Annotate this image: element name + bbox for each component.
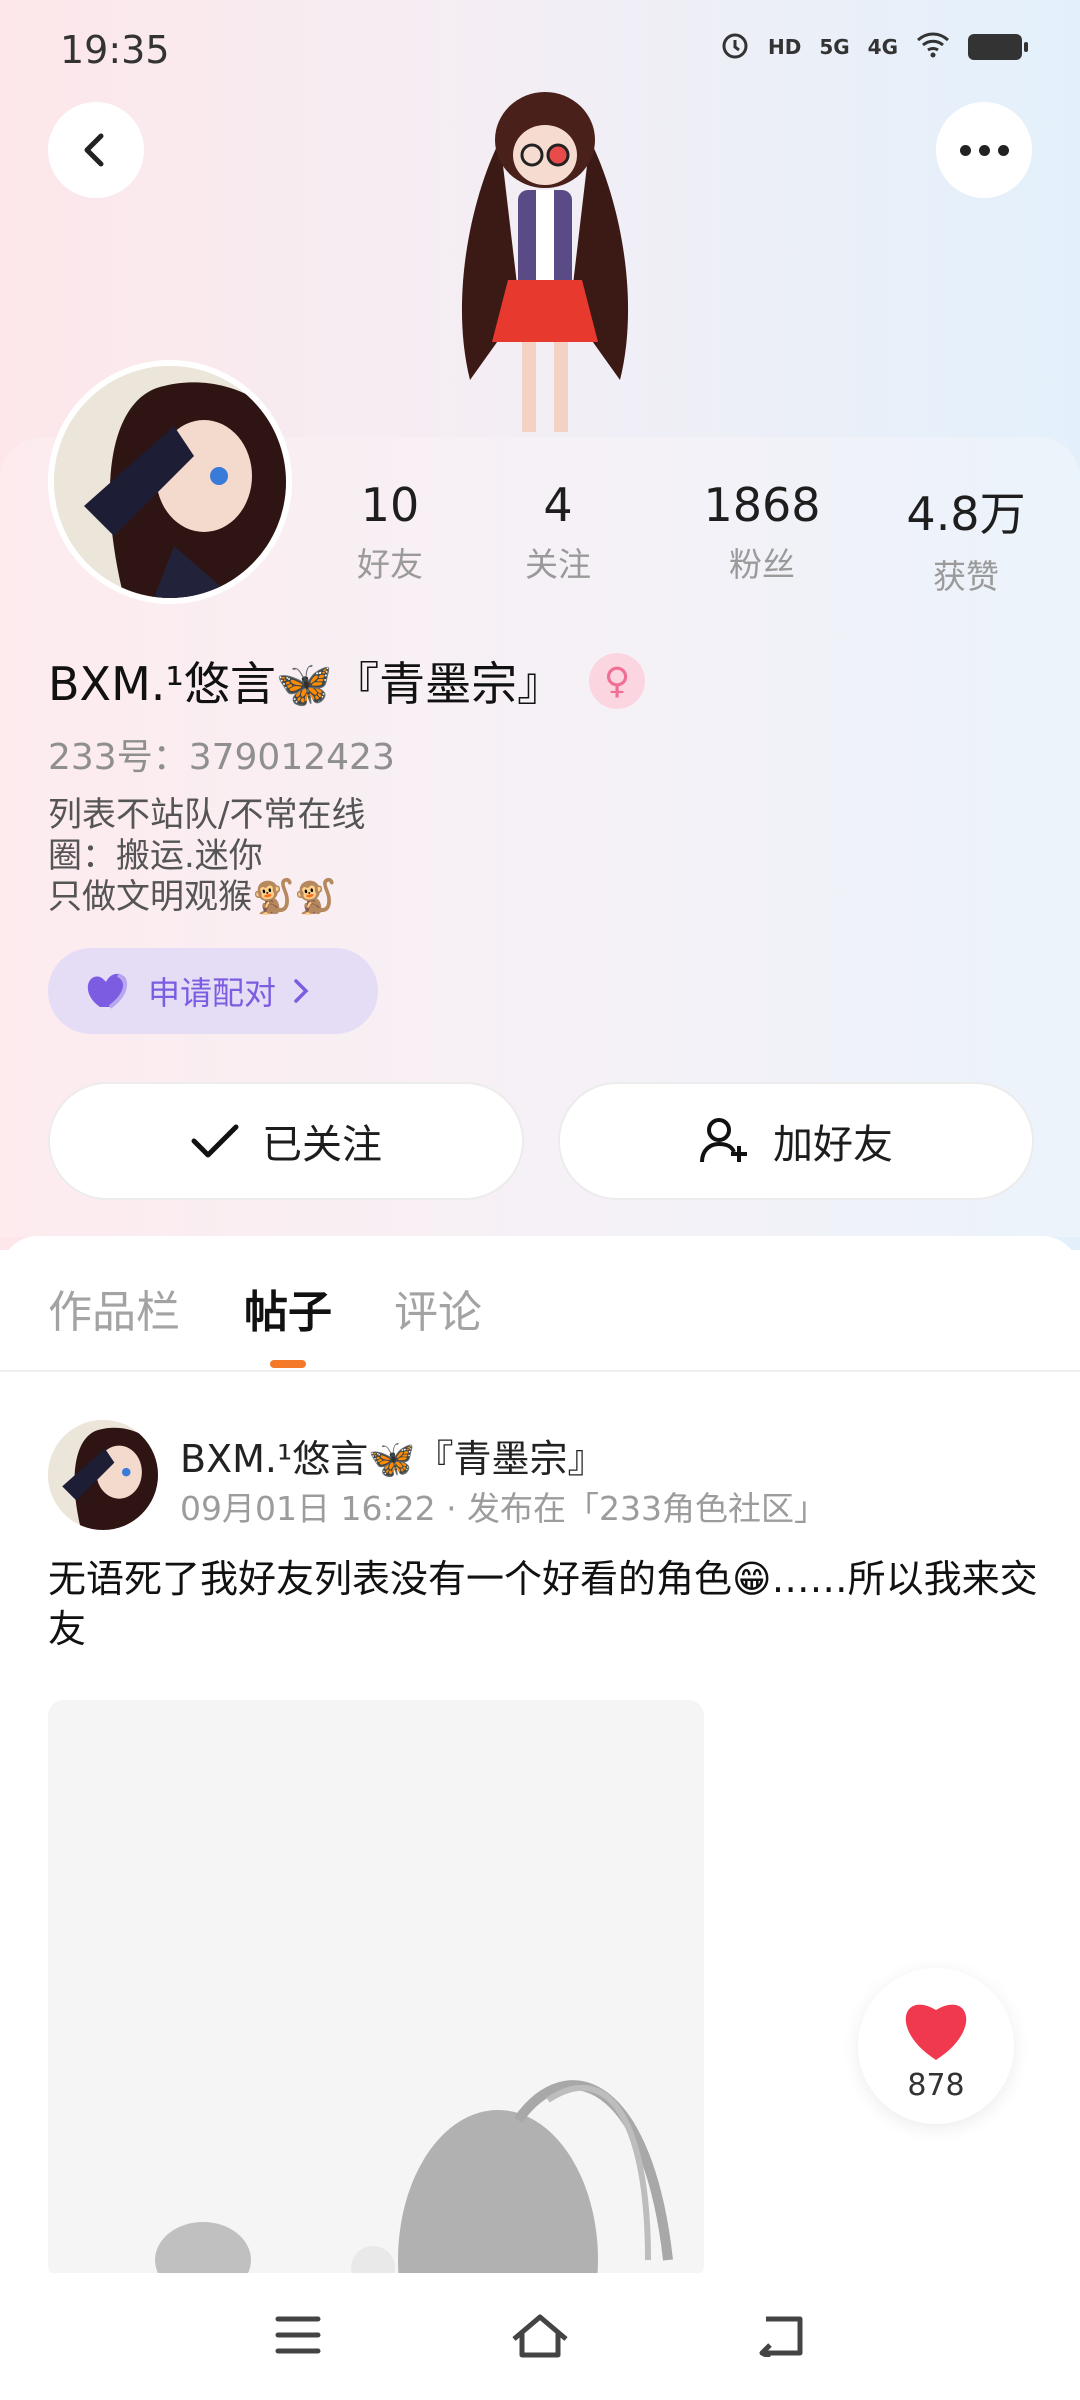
bio-line: 列表不站队/不常在线 [48,795,366,835]
home-icon[interactable] [510,2313,570,2363]
post-text: 无语死了我好友列表没有一个好看的角色😁……所以我来交友 [48,1557,1038,1651]
wifi-icon [916,32,950,62]
status-icons: HD 5G 4G [720,30,1028,64]
back-button[interactable] [48,102,144,198]
like-count: 878 [907,2068,965,2103]
active-tab-indicator [270,1360,306,1368]
5g-signal-icon: 5G [819,35,850,59]
heart-icon [905,2004,967,2060]
stat-label: 好友 [357,545,423,584]
request-pair-button[interactable]: 申请配对 [48,948,378,1034]
add-user-icon [700,1118,747,1163]
check-icon [191,1124,239,1158]
menu-icon[interactable] [274,2313,322,2361]
character-figure [430,80,660,440]
post-author-avatar[interactable] [48,1420,158,1530]
post-author-name[interactable]: BXM.¹悠言🦋『青墨宗』 [180,1428,606,1483]
post-meta: 09月01日 16:22 · 发布在「233角色社区」 [180,1489,828,1528]
system-nav-bar [0,2273,1080,2400]
profile-uid: 233号：379012423 [48,737,395,778]
add-friend-button[interactable]: 加好友 [558,1082,1034,1200]
stat-value: 4.8万 [906,487,1026,541]
4g-signal-icon: 4G [867,35,898,59]
heart-pair-icon [87,973,127,1009]
hd-icon: HD [767,35,802,59]
stat-fans[interactable]: 1868 粉丝 [672,478,852,586]
female-gender-icon: ♀ [589,653,646,709]
stat-label: 粉丝 [729,545,795,584]
stat-value: 4 [543,478,573,532]
profile-stats: 10 好友 4 关注 1868 粉丝 4.8万 获赞 [300,478,1060,598]
stat-value: 10 [360,478,420,532]
alarm-icon [720,30,750,64]
stat-likes[interactable]: 4.8万 获赞 [876,478,1056,598]
stat-friends[interactable]: 10 好友 [300,478,480,586]
bio-line: 只做文明观猴🐒🐒 [48,877,337,917]
more-button[interactable] [936,102,1032,198]
more-icon [959,144,1009,156]
pair-label: 申请配对 [148,974,277,1012]
stat-label: 关注 [525,545,591,584]
battery-icon [968,34,1028,60]
tab-posts[interactable]: 帖子 [244,1276,332,1340]
followed-label: 已关注 [262,1122,382,1168]
content-area: 作品栏 帖子 评论 BXM.¹悠言🦋『青墨宗』 09月01日 16:22 · 发… [0,1236,1080,2400]
post-image[interactable] [48,1700,704,2280]
followed-button[interactable]: 已关注 [48,1082,524,1200]
profile-nickname: BXM.¹悠言🦋『青墨宗』 ♀ [48,648,646,714]
stat-value: 1868 [703,478,821,532]
chevron-left-icon [84,133,104,167]
tab-comments[interactable]: 评论 [394,1276,482,1340]
profile-bio: 列表不站队/不常在线 圈：搬运.迷你 只做文明观猴🐒🐒 [48,795,365,918]
back-nav-icon[interactable] [756,2313,806,2361]
floating-like-button[interactable]: 878 [858,1968,1014,2124]
stat-label: 获赞 [933,557,999,596]
tab-works[interactable]: 作品栏 [48,1276,180,1340]
status-time: 19:35 [60,28,170,72]
add-friend-label: 加好友 [773,1122,893,1168]
avatar[interactable] [48,360,292,604]
nickname-text: BXM.¹悠言🦋『青墨宗』 [48,657,564,711]
profile-tabs: 作品栏 帖子 评论 [0,1236,1080,1372]
chevron-right-icon [294,979,309,1003]
bio-line: 圈：搬运.迷你 [48,836,263,876]
stat-following[interactable]: 4 关注 [468,478,648,586]
